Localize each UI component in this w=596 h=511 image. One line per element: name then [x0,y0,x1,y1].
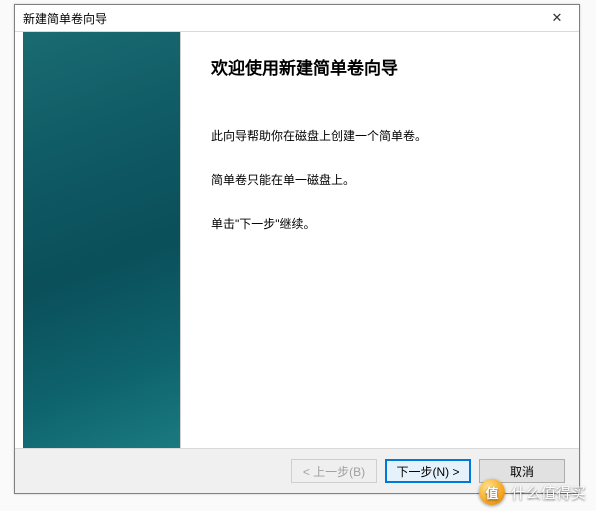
next-button[interactable]: 下一步(N) > [385,459,471,483]
back-button: < 上一步(B) [291,459,377,483]
cancel-button-label: 取消 [510,463,534,480]
back-button-label: < 上一步(B) [303,463,365,480]
wizard-para-3: 单击"下一步"继续。 [211,215,555,233]
next-button-label: 下一步(N) > [396,463,459,480]
wizard-para-1: 此向导帮助你在磁盘上创建一个简单卷。 [211,127,555,145]
wizard-dialog: 新建简单卷向导 ✕ 欢迎使用新建简单卷向导 此向导帮助你在磁盘上创建一个简单卷。… [14,4,580,494]
dialog-footer: < 上一步(B) 下一步(N) > 取消 [15,448,579,493]
wizard-heading: 欢迎使用新建简单卷向导 [211,54,555,79]
titlebar: 新建简单卷向导 ✕ [15,5,579,32]
close-button[interactable]: ✕ [537,5,577,31]
wizard-para-2: 简单卷只能在单一磁盘上。 [211,171,555,189]
close-icon: ✕ [552,10,563,26]
wizard-content: 欢迎使用新建简单卷向导 此向导帮助你在磁盘上创建一个简单卷。 简单卷只能在单一磁… [181,32,579,448]
dialog-body: 欢迎使用新建简单卷向导 此向导帮助你在磁盘上创建一个简单卷。 简单卷只能在单一磁… [15,32,579,448]
wizard-side-graphic [23,32,181,448]
cancel-button[interactable]: 取消 [479,459,565,483]
window-title: 新建简单卷向导 [23,10,107,27]
